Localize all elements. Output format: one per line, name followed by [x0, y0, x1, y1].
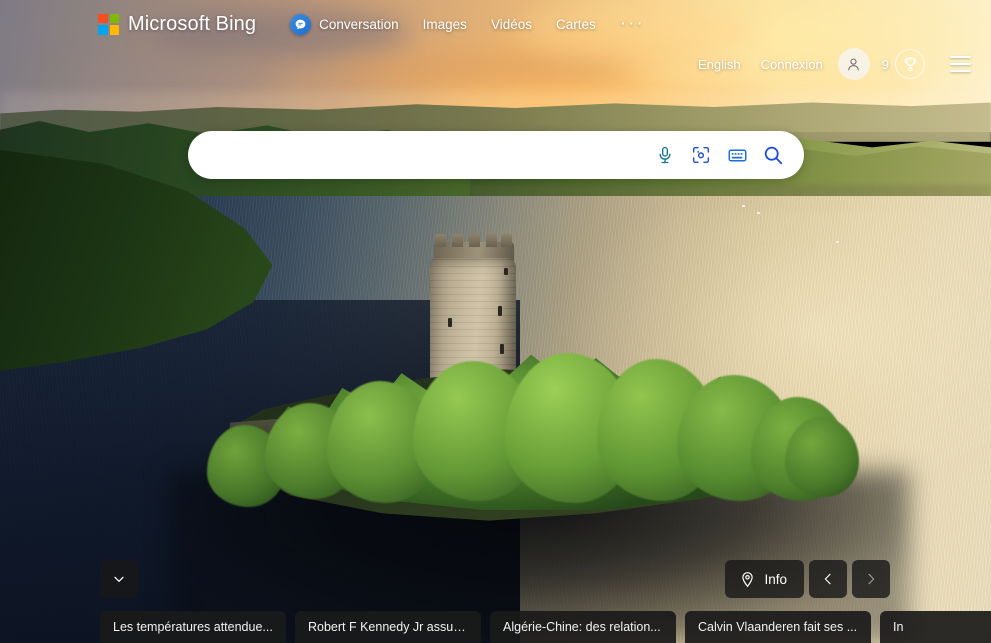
user-controls-bar: English Connexion 9: [688, 46, 977, 82]
nav-item-videos[interactable]: Vidéos: [479, 11, 544, 38]
bird-speck: [836, 241, 839, 243]
nav-more-menu[interactable]: ···: [608, 19, 657, 29]
top-navigation-bar: Microsoft Bing Conversation Images Vidéo…: [0, 0, 991, 48]
info-label: Info: [764, 572, 787, 587]
brand-name: Microsoft Bing: [128, 13, 256, 36]
info-button[interactable]: Info: [725, 560, 804, 598]
bing-homepage: Microsoft Bing Conversation Images Vidéo…: [0, 0, 991, 643]
news-card[interactable]: Robert F Kennedy Jr assure...: [295, 611, 481, 643]
search-input[interactable]: [188, 131, 650, 179]
avatar[interactable]: [838, 48, 870, 80]
news-card-title: Algérie-Chine: des relation...: [503, 620, 661, 634]
news-card[interactable]: Les températures attendue...: [100, 611, 286, 643]
previous-image-button[interactable]: [809, 560, 847, 598]
trophy-icon: [895, 49, 925, 79]
news-card[interactable]: Algérie-Chine: des relation...: [490, 611, 676, 643]
search-action-icons: [650, 140, 804, 170]
visual-search-icon[interactable]: [686, 140, 716, 170]
keyboard-icon[interactable]: [722, 140, 752, 170]
microsoft-logo-icon: [98, 14, 119, 35]
chevron-left-icon: [820, 571, 836, 587]
microsoft-bing-logo-link[interactable]: Microsoft Bing: [98, 13, 256, 36]
search-icon[interactable]: [758, 140, 788, 170]
person-icon: [845, 56, 862, 73]
rewards-button[interactable]: 9: [882, 49, 925, 79]
collapse-panel-button[interactable]: [100, 560, 138, 598]
bird-speck: [742, 205, 745, 207]
news-card[interactable]: In: [880, 611, 991, 643]
nav-item-maps[interactable]: Cartes: [544, 11, 608, 38]
nav-links: Conversation Images Vidéos Cartes ···: [282, 8, 657, 41]
background-image: [0, 0, 991, 643]
rewards-points-count: 9: [882, 57, 889, 72]
chevron-right-icon: [863, 571, 879, 587]
nav-item-conversation[interactable]: Conversation: [282, 8, 411, 41]
news-cards-strip: Les températures attendue... Robert F Ke…: [100, 611, 991, 643]
bird-speck: [757, 212, 760, 214]
nav-label-conversation: Conversation: [319, 17, 399, 32]
nav-item-images[interactable]: Images: [411, 11, 479, 38]
news-card-title: Les températures attendue...: [113, 620, 273, 634]
news-card[interactable]: Calvin Vlaanderen fait ses ...: [685, 611, 871, 643]
island: [185, 285, 845, 535]
news-card-title: Robert F Kennedy Jr assure...: [308, 620, 468, 634]
language-selector[interactable]: English: [688, 51, 751, 78]
microphone-icon[interactable]: [650, 140, 680, 170]
chevron-down-icon: [111, 571, 127, 587]
chat-bubble-icon: [290, 14, 311, 35]
image-controls: Info: [725, 560, 890, 598]
hamburger-menu-icon[interactable]: [943, 47, 977, 81]
location-pin-icon: [739, 571, 756, 588]
search-box[interactable]: [188, 131, 804, 179]
next-image-button[interactable]: [852, 560, 890, 598]
sign-in-link[interactable]: Connexion: [751, 51, 833, 78]
news-card-title: Calvin Vlaanderen fait ses ...: [698, 620, 857, 634]
news-card-title: In: [893, 620, 903, 634]
